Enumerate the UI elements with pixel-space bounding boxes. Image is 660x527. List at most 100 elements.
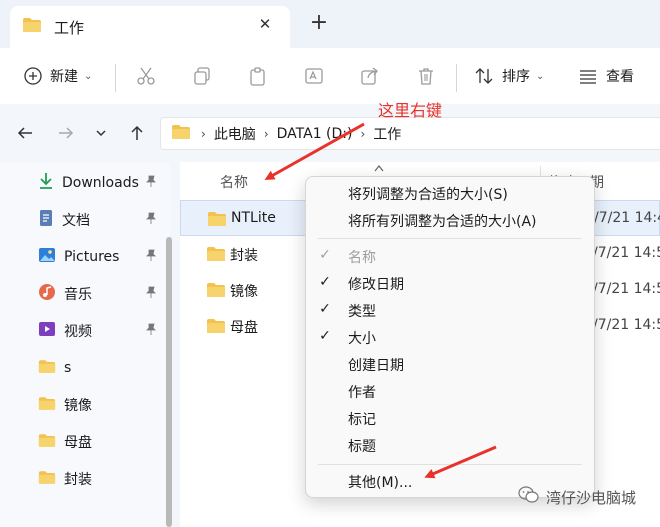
menu-item-label: 其他(M)... — [348, 475, 413, 491]
menu-item-fit-column[interactable]: 将列调整为合适的大小(S) — [306, 181, 594, 207]
sidebar-item-label: Downloads — [62, 175, 139, 191]
folder-icon — [38, 433, 56, 452]
menu-separator — [318, 238, 582, 239]
menu-item-column-size[interactable]: ✓ 大小 — [306, 325, 594, 351]
breadcrumb-drive[interactable]: DATA1 (D:) — [277, 126, 353, 142]
pin-icon[interactable] — [145, 175, 157, 190]
folder-icon — [207, 211, 227, 231]
tab-strip: 工作 ✕ + — [0, 0, 660, 48]
menu-item-label: 名称 — [348, 250, 376, 266]
folder-icon — [206, 318, 226, 338]
file-modified-date: /7/21 14:57 — [593, 317, 660, 333]
tab-active[interactable]: 工作 ✕ — [10, 6, 290, 48]
recent-locations-chevron-icon[interactable] — [90, 122, 112, 144]
sidebar-item-documents[interactable]: 文档 — [38, 207, 163, 233]
command-bar: 新建 ⌄ 排序 ⌄ 查看 — [0, 48, 660, 104]
rename-icon — [304, 66, 324, 86]
new-button-label: 新建 — [50, 69, 78, 85]
trash-icon — [416, 66, 436, 86]
watermark-text: 湾仔沙电脑城 — [546, 488, 637, 507]
file-name: 镜像 — [230, 284, 258, 300]
music-icon — [38, 283, 56, 305]
column-header-name[interactable]: 名称 — [220, 172, 248, 192]
menu-item-column-created[interactable]: 创建日期 — [306, 352, 594, 378]
plus-circle-icon — [24, 67, 42, 85]
menu-item-label: 创建日期 — [348, 358, 404, 374]
folder-icon — [22, 17, 42, 37]
pin-icon[interactable] — [145, 286, 157, 301]
folder-icon — [38, 396, 56, 415]
menu-separator — [318, 464, 582, 465]
folder-icon — [38, 470, 56, 489]
sidebar-item-folder-s[interactable]: s — [38, 355, 163, 381]
breadcrumb-separator: › — [201, 126, 206, 141]
sidebar-item-label: Pictures — [64, 249, 120, 265]
view-button[interactable]: 查看 — [578, 48, 634, 104]
scissors-icon — [136, 66, 156, 86]
delete-button[interactable] — [416, 48, 436, 104]
checkmark-icon: ✓ — [319, 301, 331, 317]
toolbar-divider — [115, 64, 116, 92]
menu-item-column-tags[interactable]: 标记 — [306, 406, 594, 432]
pin-icon[interactable] — [145, 212, 157, 227]
new-button[interactable]: 新建 ⌄ — [24, 48, 92, 104]
folder-icon — [171, 124, 191, 144]
menu-item-column-title[interactable]: 标题 — [306, 433, 594, 459]
chevron-down-icon: ⌄ — [536, 70, 545, 82]
sidebar-item-music[interactable]: 音乐 — [38, 281, 163, 307]
sidebar-item-label: 音乐 — [64, 287, 92, 303]
sort-arrows-icon — [474, 66, 494, 86]
sidebar-item-videos[interactable]: 视频 — [38, 318, 163, 344]
sidebar-scrollbar[interactable] — [166, 237, 172, 527]
forward-arrow-icon[interactable] — [55, 122, 77, 144]
sidebar-item-pictures[interactable]: Pictures — [38, 244, 163, 270]
paste-button[interactable] — [248, 48, 268, 104]
menu-item-column-type[interactable]: ✓ 类型 — [306, 298, 594, 324]
cut-button[interactable] — [136, 48, 156, 104]
copy-button[interactable] — [192, 48, 212, 104]
sidebar-item-folder-mirror[interactable]: 镜像 — [38, 392, 163, 418]
copy-icon — [192, 66, 212, 86]
checkmark-icon: ✓ — [319, 328, 331, 344]
breadcrumb-this-pc[interactable]: 此电脑 — [214, 124, 256, 144]
sidebar-item-downloads[interactable]: Downloads — [38, 170, 163, 196]
sidebar-item-folder-package[interactable]: 封装 — [38, 466, 163, 492]
tab-close-icon[interactable]: ✕ — [254, 15, 276, 33]
sidebar-item-folder-master[interactable]: 母盘 — [38, 429, 163, 455]
sidebar-item-label: 封装 — [64, 472, 92, 488]
sidebar-item-label: 镜像 — [64, 398, 92, 414]
folder-icon — [206, 246, 226, 266]
menu-item-fit-all-columns[interactable]: 将所有列调整为合适的大小(A) — [306, 208, 594, 234]
sort-chevron-up-icon — [374, 162, 384, 175]
sort-button[interactable]: 排序 ⌄ — [474, 48, 544, 104]
navigation-bar: › 此电脑 › DATA1 (D:) › 工作 — [0, 104, 660, 162]
menu-item-column-name: ✓ 名称 — [306, 244, 594, 270]
video-icon — [38, 320, 56, 342]
pin-icon[interactable] — [145, 249, 157, 264]
folder-icon — [38, 359, 56, 378]
new-tab-icon[interactable]: + — [307, 12, 331, 34]
pin-icon[interactable] — [145, 323, 157, 338]
toolbar-divider — [456, 64, 457, 92]
tab-title: 工作 — [54, 18, 85, 37]
breadcrumb-separator: › — [360, 126, 366, 141]
menu-item-label: 大小 — [348, 331, 376, 347]
file-name: 母盘 — [230, 320, 258, 336]
menu-item-column-author[interactable]: 作者 — [306, 379, 594, 405]
file-modified-date: /7/21 14:57 — [593, 281, 660, 297]
document-icon — [38, 209, 54, 231]
menu-item-column-modified[interactable]: ✓ 修改日期 — [306, 271, 594, 297]
share-button[interactable] — [360, 48, 380, 104]
clipboard-icon — [248, 66, 268, 86]
breadcrumb-current-folder[interactable]: 工作 — [373, 124, 401, 144]
menu-item-label: 将列调整为合适的大小(S) — [348, 187, 508, 203]
breadcrumb-separator: › — [263, 126, 269, 141]
address-bar[interactable]: › 此电脑 › DATA1 (D:) › 工作 — [160, 117, 660, 150]
checkmark-icon: ✓ — [319, 247, 331, 263]
annotation-label: 这里右键 — [378, 101, 443, 120]
back-arrow-icon[interactable] — [14, 122, 36, 144]
rename-button[interactable] — [304, 48, 324, 104]
sidebar-item-label: s — [64, 360, 72, 376]
up-arrow-icon[interactable] — [126, 122, 148, 144]
view-list-icon — [578, 66, 598, 86]
